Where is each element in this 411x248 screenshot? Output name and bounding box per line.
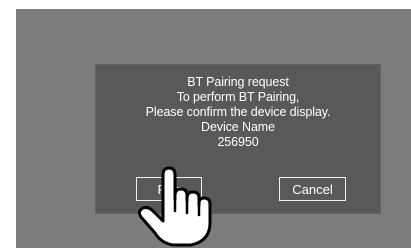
dialog-message-line: To perform BT Pairing, — [176, 90, 300, 104]
pairing-code: 256950 — [217, 135, 259, 149]
dialog-message-line: Please confirm the device display. — [145, 105, 331, 119]
device-name-label: Device Name — [201, 120, 275, 134]
screen: BT Pairing request To perform BT Pairing… — [16, 9, 411, 248]
cancel-button[interactable]: Cancel — [279, 177, 346, 201]
dialog-title: BT Pairing request — [187, 75, 289, 89]
pointing-hand-icon — [137, 166, 212, 247]
